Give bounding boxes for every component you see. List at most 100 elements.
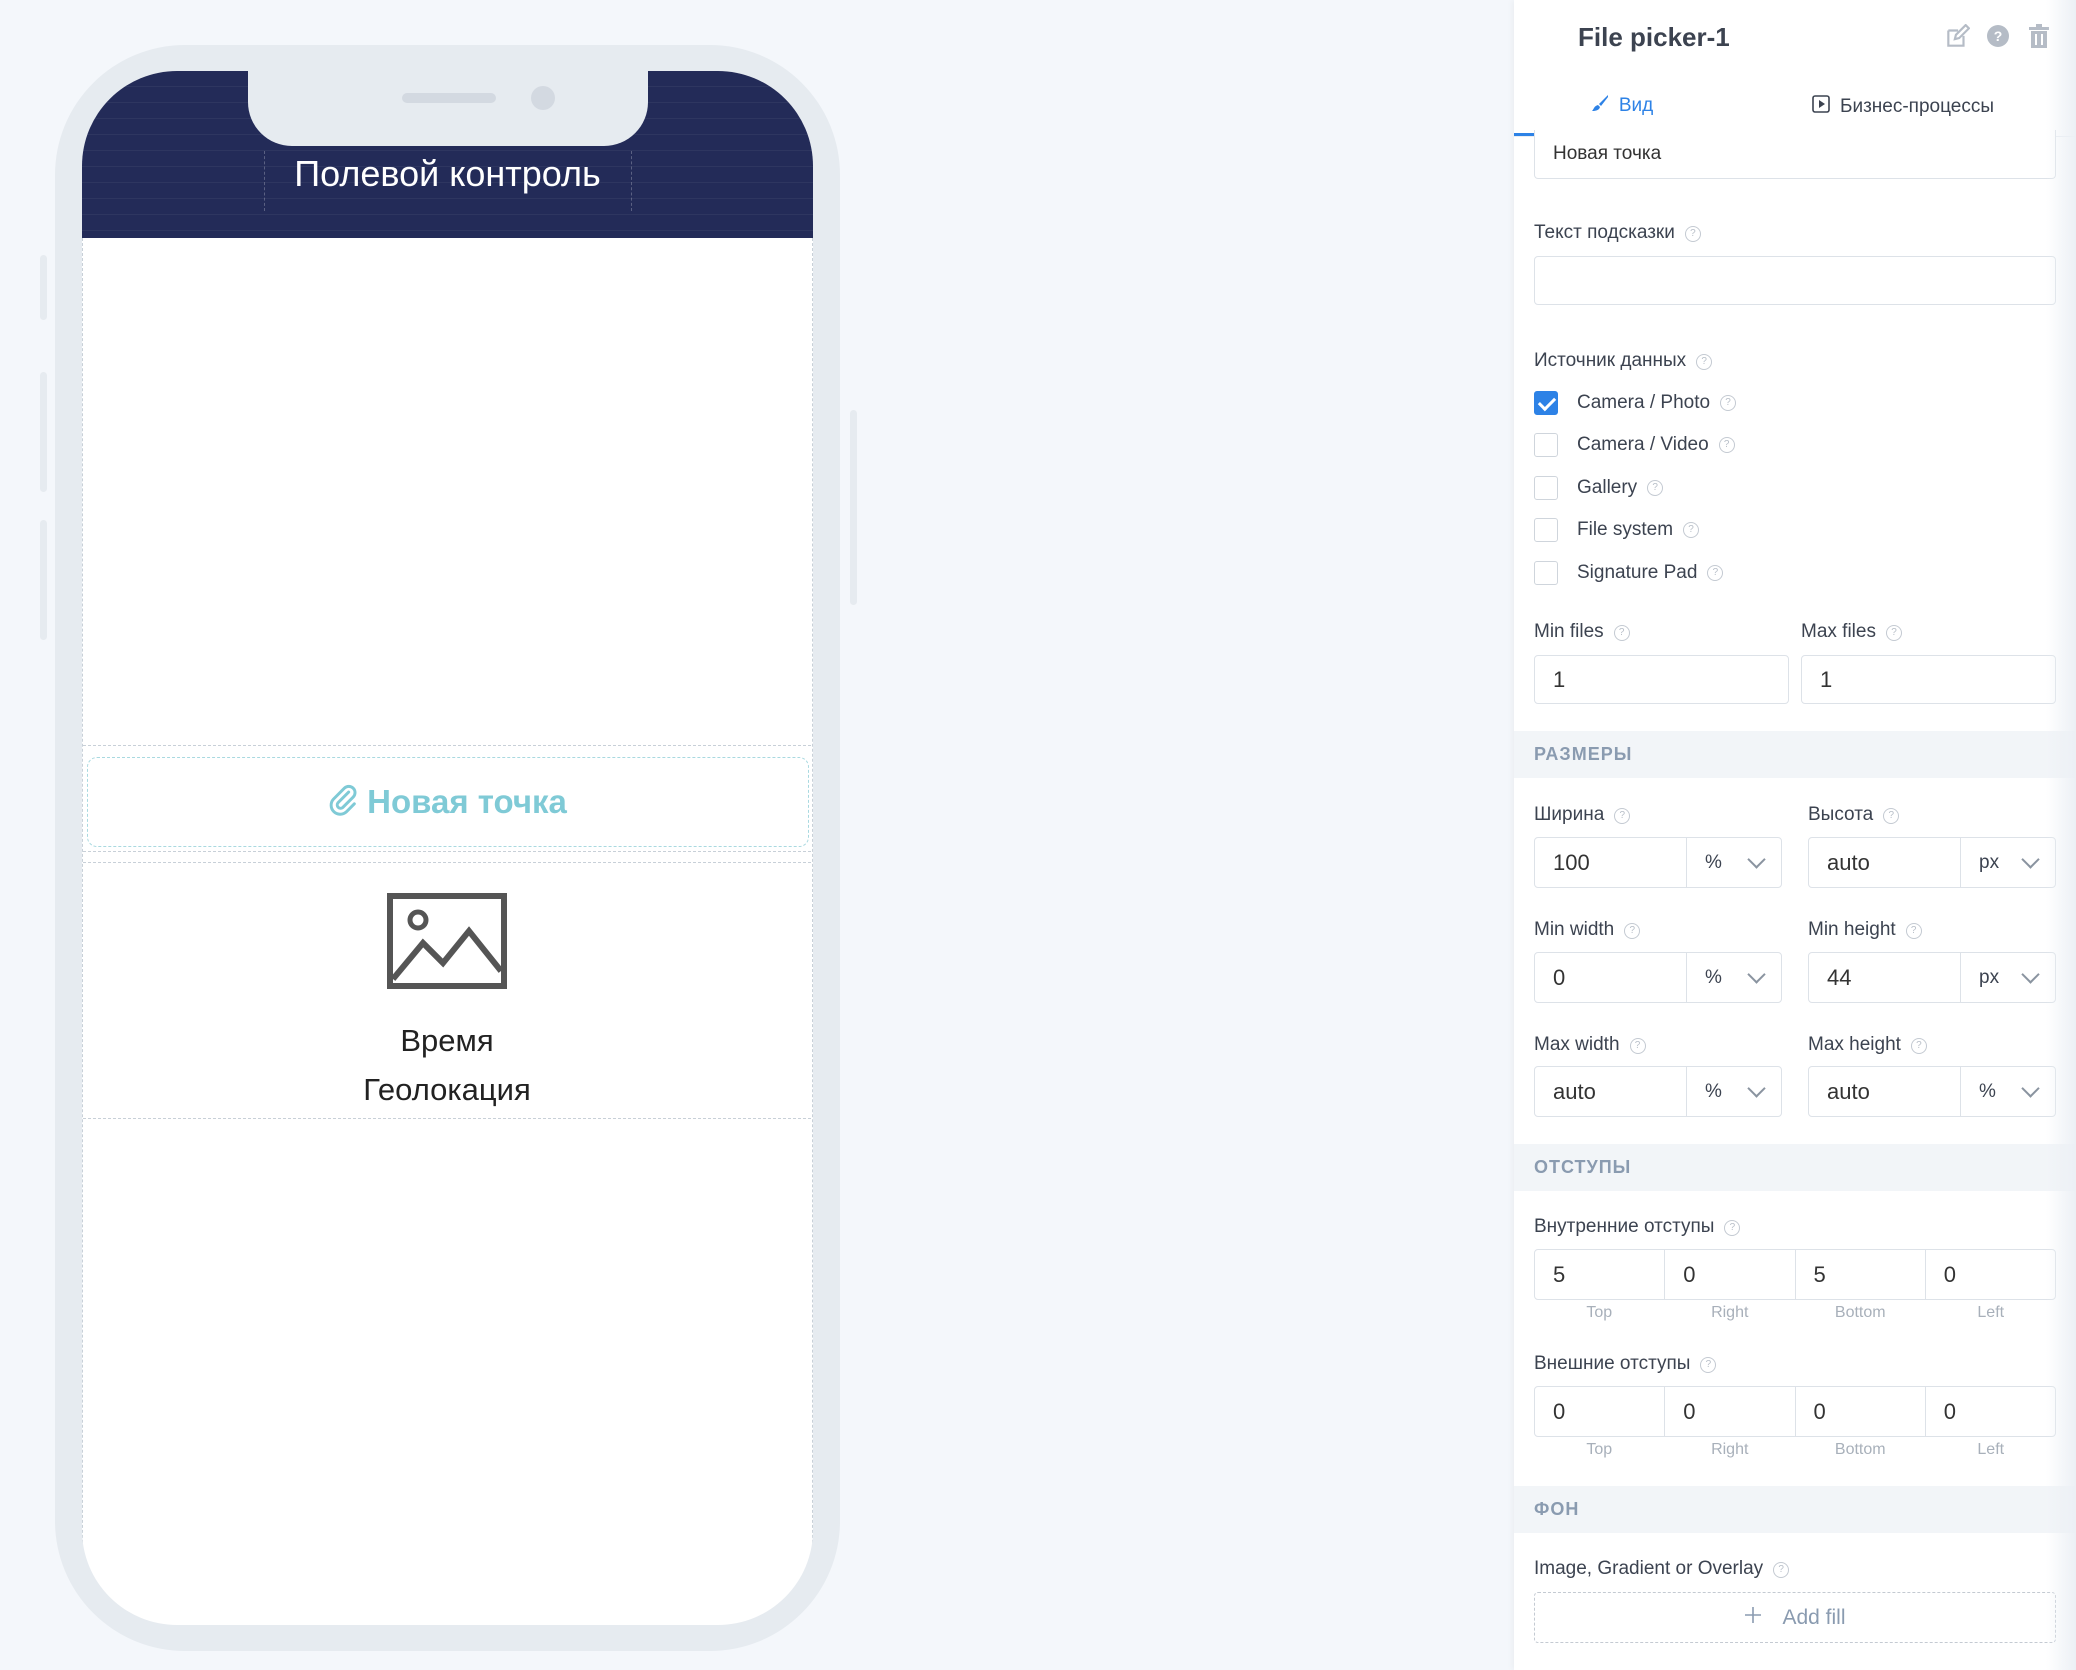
unit-value: px	[1979, 851, 2000, 873]
max-width-input[interactable]: auto	[1535, 1067, 1687, 1116]
tab-view[interactable]: Вид	[1514, 78, 1730, 136]
app-title[interactable]: Полевой контроль	[82, 150, 813, 198]
chevron-down-icon	[2021, 965, 2040, 984]
phone-side-button	[40, 520, 47, 640]
height-field: auto px	[1808, 837, 2056, 888]
margin-inputs: 0 0 0 0	[1534, 1386, 2056, 1437]
max-height-field: auto %	[1808, 1066, 2056, 1117]
add-fill-label: Add fill	[1782, 1605, 1846, 1629]
help-circle-icon: ?	[1624, 923, 1641, 939]
paperclip-icon	[329, 783, 357, 822]
max-width-field: auto %	[1534, 1066, 1782, 1117]
checkbox[interactable]	[1534, 518, 1558, 542]
max-width-unit-select[interactable]: %	[1687, 1067, 1781, 1116]
help-circle-icon: ?	[1773, 1562, 1790, 1578]
max-width-label: Max width?	[1534, 1034, 1646, 1056]
help-circle-icon: ?	[1696, 354, 1713, 370]
play-square-icon	[1812, 95, 1830, 119]
background-section-header: ФОН	[1514, 1486, 2076, 1533]
padding-bottom-input[interactable]: 5	[1796, 1250, 1926, 1299]
hint-input[interactable]	[1534, 256, 2056, 305]
source-gallery[interactable]: Gallery?	[1534, 475, 1664, 501]
source-file-system[interactable]: File system?	[1534, 517, 1700, 543]
help-circle-icon: ?	[1629, 1038, 1646, 1054]
phone-speaker	[402, 93, 496, 103]
max-height-unit-select[interactable]: %	[1961, 1067, 2055, 1116]
min-files-input[interactable]: 1	[1534, 655, 1789, 704]
image-block[interactable]: Время Геолокация	[83, 862, 811, 1119]
side-label-right: Right	[1711, 1441, 1749, 1458]
width-unit-select[interactable]: %	[1687, 838, 1781, 887]
width-input[interactable]: 100	[1535, 838, 1687, 887]
checkbox[interactable]	[1534, 476, 1558, 500]
margin-left-input[interactable]: 0	[1926, 1387, 2055, 1436]
panel-tabs: Вид Бизнес-процессы	[1514, 78, 2076, 137]
phone-side-button	[850, 410, 857, 605]
checkbox[interactable]	[1534, 433, 1558, 457]
unit-value: %	[1979, 1080, 1996, 1102]
help-icon[interactable]: ?	[1986, 24, 2014, 52]
source-camera-photo[interactable]: Camera / Photo?	[1534, 390, 1737, 416]
help-circle-icon: ?	[1683, 522, 1700, 538]
height-unit-select[interactable]: px	[1961, 838, 2055, 887]
width-field: 100 %	[1534, 837, 1782, 888]
padding-right-input[interactable]: 0	[1665, 1250, 1796, 1299]
min-files-label: Min files?	[1534, 621, 1630, 643]
svg-text:?: ?	[1994, 28, 2003, 44]
chevron-down-icon	[1747, 965, 1766, 984]
padding-side-labels: Top Right Bottom Left	[1534, 1304, 2056, 1322]
caption-geolocation: Геолокация	[363, 1072, 531, 1107]
unit-value: %	[1705, 966, 1722, 988]
chevron-down-icon	[2021, 1079, 2040, 1098]
side-label-bottom: Bottom	[1834, 1304, 1886, 1321]
unit-value: %	[1705, 1080, 1722, 1102]
side-label-left: Left	[1977, 1441, 2005, 1458]
file-picker-container[interactable]: Новая точка	[83, 745, 811, 852]
checkbox[interactable]	[1534, 391, 1558, 415]
add-fill-button[interactable]: Add fill	[1534, 1592, 2056, 1643]
source-signature-pad[interactable]: Signature Pad?	[1534, 560, 1724, 586]
padding-top-input[interactable]: 5	[1535, 1250, 1666, 1299]
max-files-input[interactable]: 1	[1801, 655, 2056, 704]
text-input[interactable]: Новая точка	[1534, 130, 2056, 179]
help-circle-icon: ?	[1885, 625, 1902, 641]
source-label: Signature Pad	[1577, 562, 1698, 583]
height-input[interactable]: auto	[1809, 838, 1961, 887]
side-label-left: Left	[1977, 1304, 2005, 1321]
file-picker-button[interactable]: Новая точка	[87, 757, 809, 847]
padding-left-input[interactable]: 0	[1926, 1250, 2055, 1299]
phone-notch	[248, 71, 648, 146]
margin-label: Внешние отступы?	[1534, 1353, 1717, 1375]
min-height-input[interactable]: 44	[1809, 953, 1961, 1002]
source-label: Gallery	[1577, 477, 1638, 498]
chevron-down-icon	[2021, 850, 2040, 869]
margin-top-input[interactable]: 0	[1535, 1387, 1666, 1436]
hint-label: Текст подсказки?	[1534, 222, 1701, 244]
source-camera-video[interactable]: Camera / Video?	[1534, 432, 1735, 458]
trash-icon[interactable]	[2028, 24, 2056, 52]
min-width-unit-select[interactable]: %	[1687, 953, 1781, 1002]
edit-icon[interactable]	[1944, 23, 1972, 52]
min-width-input[interactable]: 0	[1535, 953, 1687, 1002]
side-label-right: Right	[1711, 1304, 1749, 1321]
image-placeholder-icon	[387, 893, 507, 989]
checkbox[interactable]	[1534, 561, 1558, 585]
unit-value: px	[1979, 966, 2000, 988]
panel-title: File picker-1	[1578, 22, 1730, 52]
min-height-field: 44 px	[1808, 952, 2056, 1003]
spacing-section-header: ОТСТУПЫ	[1514, 1144, 2076, 1191]
fill-label: Image, Gradient or Overlay?	[1534, 1558, 1790, 1580]
tab-business-processes[interactable]: Бизнес-процессы	[1730, 78, 2076, 136]
source-label: Camera / Video	[1577, 434, 1709, 455]
max-height-input[interactable]: auto	[1809, 1067, 1961, 1116]
margin-bottom-input[interactable]: 0	[1796, 1387, 1926, 1436]
help-circle-icon: ?	[1684, 226, 1701, 242]
max-height-label: Max height?	[1808, 1034, 1927, 1056]
brush-icon	[1591, 94, 1609, 118]
chevron-down-icon	[1747, 850, 1766, 869]
margin-right-input[interactable]: 0	[1665, 1387, 1796, 1436]
min-height-unit-select[interactable]: px	[1961, 953, 2055, 1002]
help-circle-icon: ?	[1910, 1038, 1927, 1054]
phone-camera	[531, 86, 555, 110]
help-circle-icon: ?	[1707, 565, 1724, 581]
